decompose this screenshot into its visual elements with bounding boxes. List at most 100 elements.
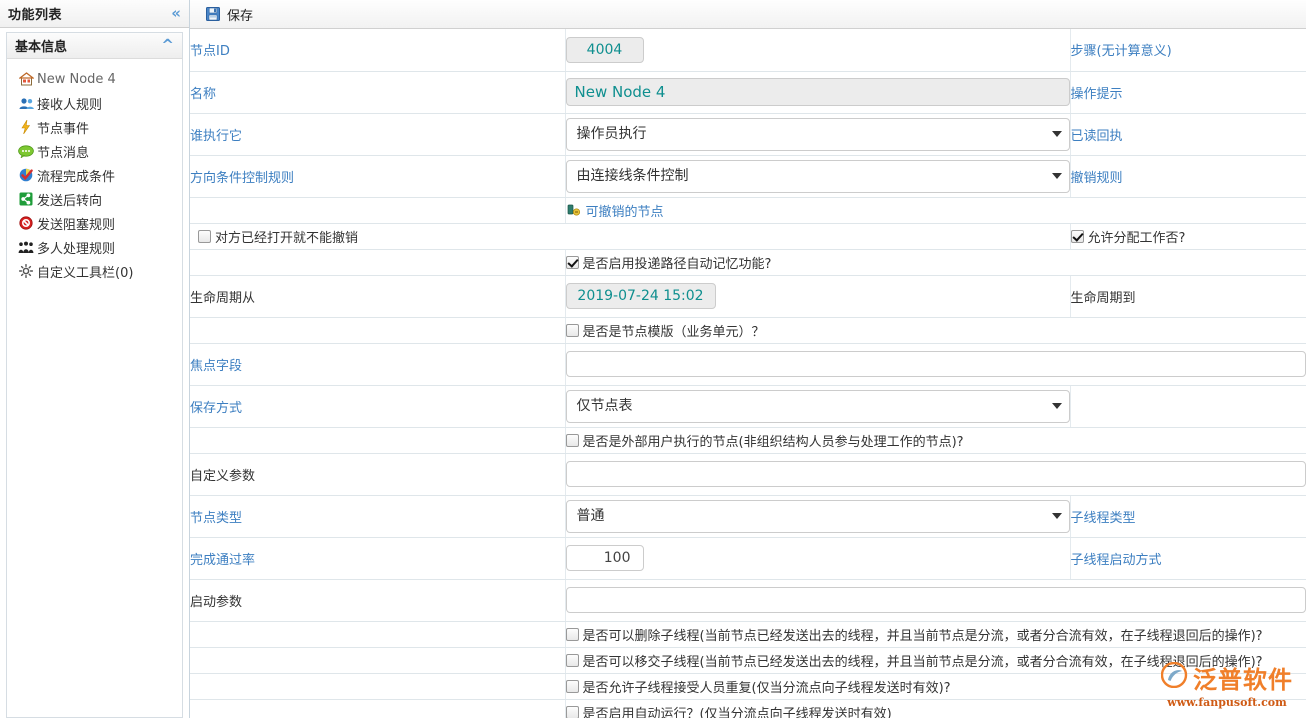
start-param-input[interactable]: [566, 587, 1306, 613]
label-focus-field-cell: 焦点字段: [190, 343, 565, 385]
sidebar-item-new-node-4[interactable]: New Node 4: [7, 67, 182, 91]
name-input[interactable]: [566, 78, 1070, 106]
label-save-mode-cell: 保存方式: [190, 385, 565, 427]
spacer-cell: [190, 249, 565, 275]
sidebar-item-label: 发送阻塞规则: [37, 214, 115, 233]
no-entry-icon: [17, 215, 35, 231]
life-from-input[interactable]: [566, 283, 716, 309]
field-revocable-node-cell: 可撤销的节点: [565, 197, 1306, 223]
label-is-template: 是否是节点模版（业务单元）？: [583, 321, 765, 340]
pass-rate-input[interactable]: [566, 545, 644, 571]
sidebar-group-header[interactable]: 基本信息 ^: [7, 33, 182, 59]
sidebar-item-multi-person-rule[interactable]: 多人处理规则: [7, 235, 182, 259]
executor-select[interactable]: 操作员执行: [566, 118, 1070, 151]
sidebar-title: 功能列表: [8, 4, 62, 23]
right-label-step-cell: 步骤(无计算意义): [1070, 29, 1306, 71]
label-operation-hint[interactable]: 操作提示: [1071, 87, 1123, 102]
label-node-id[interactable]: 节点ID: [190, 44, 230, 59]
spacer-cell: [190, 427, 565, 453]
external-user-checkbox[interactable]: [566, 434, 579, 447]
label-pass-rate[interactable]: 完成通过率: [190, 553, 255, 568]
label-subthread-start-mode[interactable]: 子线程启动方式: [1071, 553, 1162, 568]
label-can-delete-thread: 是否可以删除子线程(当前节点已经发送出去的线程，并且当前节点是分流，或者分合流有…: [583, 625, 1263, 644]
allow-assign-checkbox[interactable]: [1071, 230, 1084, 243]
form-row-node-id: 节点ID 步骤(无计算意义): [190, 29, 1306, 71]
label-start-param: 启动参数: [190, 595, 242, 610]
label-step[interactable]: 步骤(无计算意义): [1071, 44, 1172, 59]
spacer-cell: [190, 317, 565, 343]
sidebar-item-label: New Node 4: [37, 72, 116, 87]
right-label-read-receipt-cell: 已读回执: [1070, 113, 1306, 155]
node-property-form: 节点ID 步骤(无计算意义) 名称: [190, 29, 1306, 718]
field-node-type-cell: 普通: [565, 495, 1070, 537]
sidebar-item-label: 节点消息: [37, 142, 89, 161]
label-name[interactable]: 名称: [190, 87, 216, 102]
custom-param-input[interactable]: [566, 461, 1306, 487]
form-row-can-transfer-thread: 是否可以移交子线程(当前节点已经发送出去的线程，并且当前节点是分流，或者分合流有…: [190, 647, 1306, 673]
form-row-external-user: 是否是外部用户执行的节点(非组织结构人员参与处理工作的节点)?: [190, 427, 1306, 453]
sidebar-node-list: New Node 4 接收人规则: [7, 59, 182, 283]
form-row-custom-param: 自定义参数: [190, 453, 1306, 495]
right-label-operation-hint-cell: 操作提示: [1070, 71, 1306, 113]
right-label-revoke-rule-cell: 撤销规则: [1070, 155, 1306, 197]
group-people-icon: [17, 239, 35, 255]
is-template-checkbox[interactable]: [566, 324, 579, 337]
sidebar-item-flow-complete-condition[interactable]: 流程完成条件: [7, 163, 182, 187]
can-delete-thread-checkbox[interactable]: [566, 628, 579, 641]
allow-dup-person-checkbox[interactable]: [566, 680, 579, 693]
form-row-allow-dup-person: 是否允许子线程接受人员重复(仅当分流点向子线程发送时有效)?: [190, 673, 1306, 699]
sidebar-item-label: 接收人规则: [37, 94, 102, 113]
label-life-from-cell: 生命周期从: [190, 275, 565, 317]
sidebar-item-label: 多人处理规则: [37, 238, 115, 257]
auto-memory-checkbox[interactable]: [566, 256, 579, 269]
label-node-id-cell: 节点ID: [190, 29, 565, 71]
save-button[interactable]: 保存: [198, 2, 259, 27]
label-auto-run: 是否启用自动运行？(仅当分流点向子线程发送时有效): [583, 703, 892, 718]
node-id-input[interactable]: [566, 37, 644, 63]
label-save-mode[interactable]: 保存方式: [190, 401, 242, 416]
label-direction-rule[interactable]: 方向条件控制规则: [190, 171, 294, 186]
label-revocable-node[interactable]: 可撤销的节点: [586, 201, 664, 220]
sidebar-item-redirect-after-send[interactable]: 发送后转向: [7, 187, 182, 211]
field-auto-memory-cell: 是否启用投递路径自动记忆功能?: [565, 249, 1306, 275]
label-allow-assign: 允许分配工作否?: [1088, 227, 1186, 246]
right-label-life-to-cell: 生命周期到: [1070, 275, 1306, 317]
label-start-param-cell: 启动参数: [190, 579, 565, 621]
label-allow-dup-person: 是否允许子线程接受人员重复(仅当分流点向子线程发送时有效)?: [583, 677, 951, 696]
save-mode-select[interactable]: 仅节点表: [566, 390, 1070, 423]
form-row-name: 名称 操作提示: [190, 71, 1306, 113]
label-revoke-rule[interactable]: 撤销规则: [1071, 171, 1123, 186]
label-focus-field[interactable]: 焦点字段: [190, 359, 242, 374]
label-custom-param-cell: 自定义参数: [190, 453, 565, 495]
lightning-icon: [17, 119, 35, 135]
label-cannot-revoke: 对方已经打开就不能撤销: [215, 227, 358, 246]
node-type-select[interactable]: 普通: [566, 500, 1070, 533]
double-chevron-left-icon[interactable]: «: [171, 6, 181, 21]
auto-run-checkbox[interactable]: [566, 706, 579, 718]
sidebar-group-basic-info: 基本信息 ^ New Node 4: [6, 32, 183, 718]
label-subthread-type[interactable]: 子线程类型: [1071, 511, 1136, 526]
form-row-save-mode: 保存方式 仅节点表: [190, 385, 1306, 427]
sidebar-item-node-event[interactable]: 节点事件: [7, 115, 182, 139]
sidebar: 功能列表 « 基本信息 ^ New: [0, 0, 190, 718]
chevron-up-icon[interactable]: ^: [161, 38, 174, 53]
field-start-param-cell: [565, 579, 1306, 621]
focus-field-input[interactable]: [566, 351, 1306, 377]
sidebar-item-receiver-rule[interactable]: 接收人规则: [7, 91, 182, 115]
sidebar-item-node-message[interactable]: 节点消息: [7, 139, 182, 163]
sidebar-item-send-block-rule[interactable]: 发送阻塞规则: [7, 211, 182, 235]
field-allow-assign-cell: 允许分配工作否?: [1070, 223, 1306, 249]
right-label-subthread-type-cell: 子线程类型: [1070, 495, 1306, 537]
label-can-transfer-thread: 是否可以移交子线程(当前节点已经发送出去的线程，并且当前节点是分流，或者分合流有…: [583, 651, 1263, 670]
form-row-pass-rate: 完成通过率 子线程启动方式: [190, 537, 1306, 579]
spacer-cell: [190, 673, 565, 699]
label-node-type[interactable]: 节点类型: [190, 511, 242, 526]
sidebar-header: 功能列表 «: [0, 0, 189, 28]
sidebar-item-custom-toolbar[interactable]: 自定义工具栏(0): [7, 259, 182, 283]
label-read-receipt[interactable]: 已读回执: [1071, 129, 1123, 144]
cannot-revoke-checkbox[interactable]: [198, 230, 211, 243]
field-can-delete-thread-cell: 是否可以删除子线程(当前节点已经发送出去的线程，并且当前节点是分流，或者分合流有…: [565, 621, 1306, 647]
can-transfer-thread-checkbox[interactable]: [566, 654, 579, 667]
label-executor[interactable]: 谁执行它: [190, 129, 242, 144]
direction-rule-select[interactable]: 由连接线条件控制: [566, 160, 1070, 193]
